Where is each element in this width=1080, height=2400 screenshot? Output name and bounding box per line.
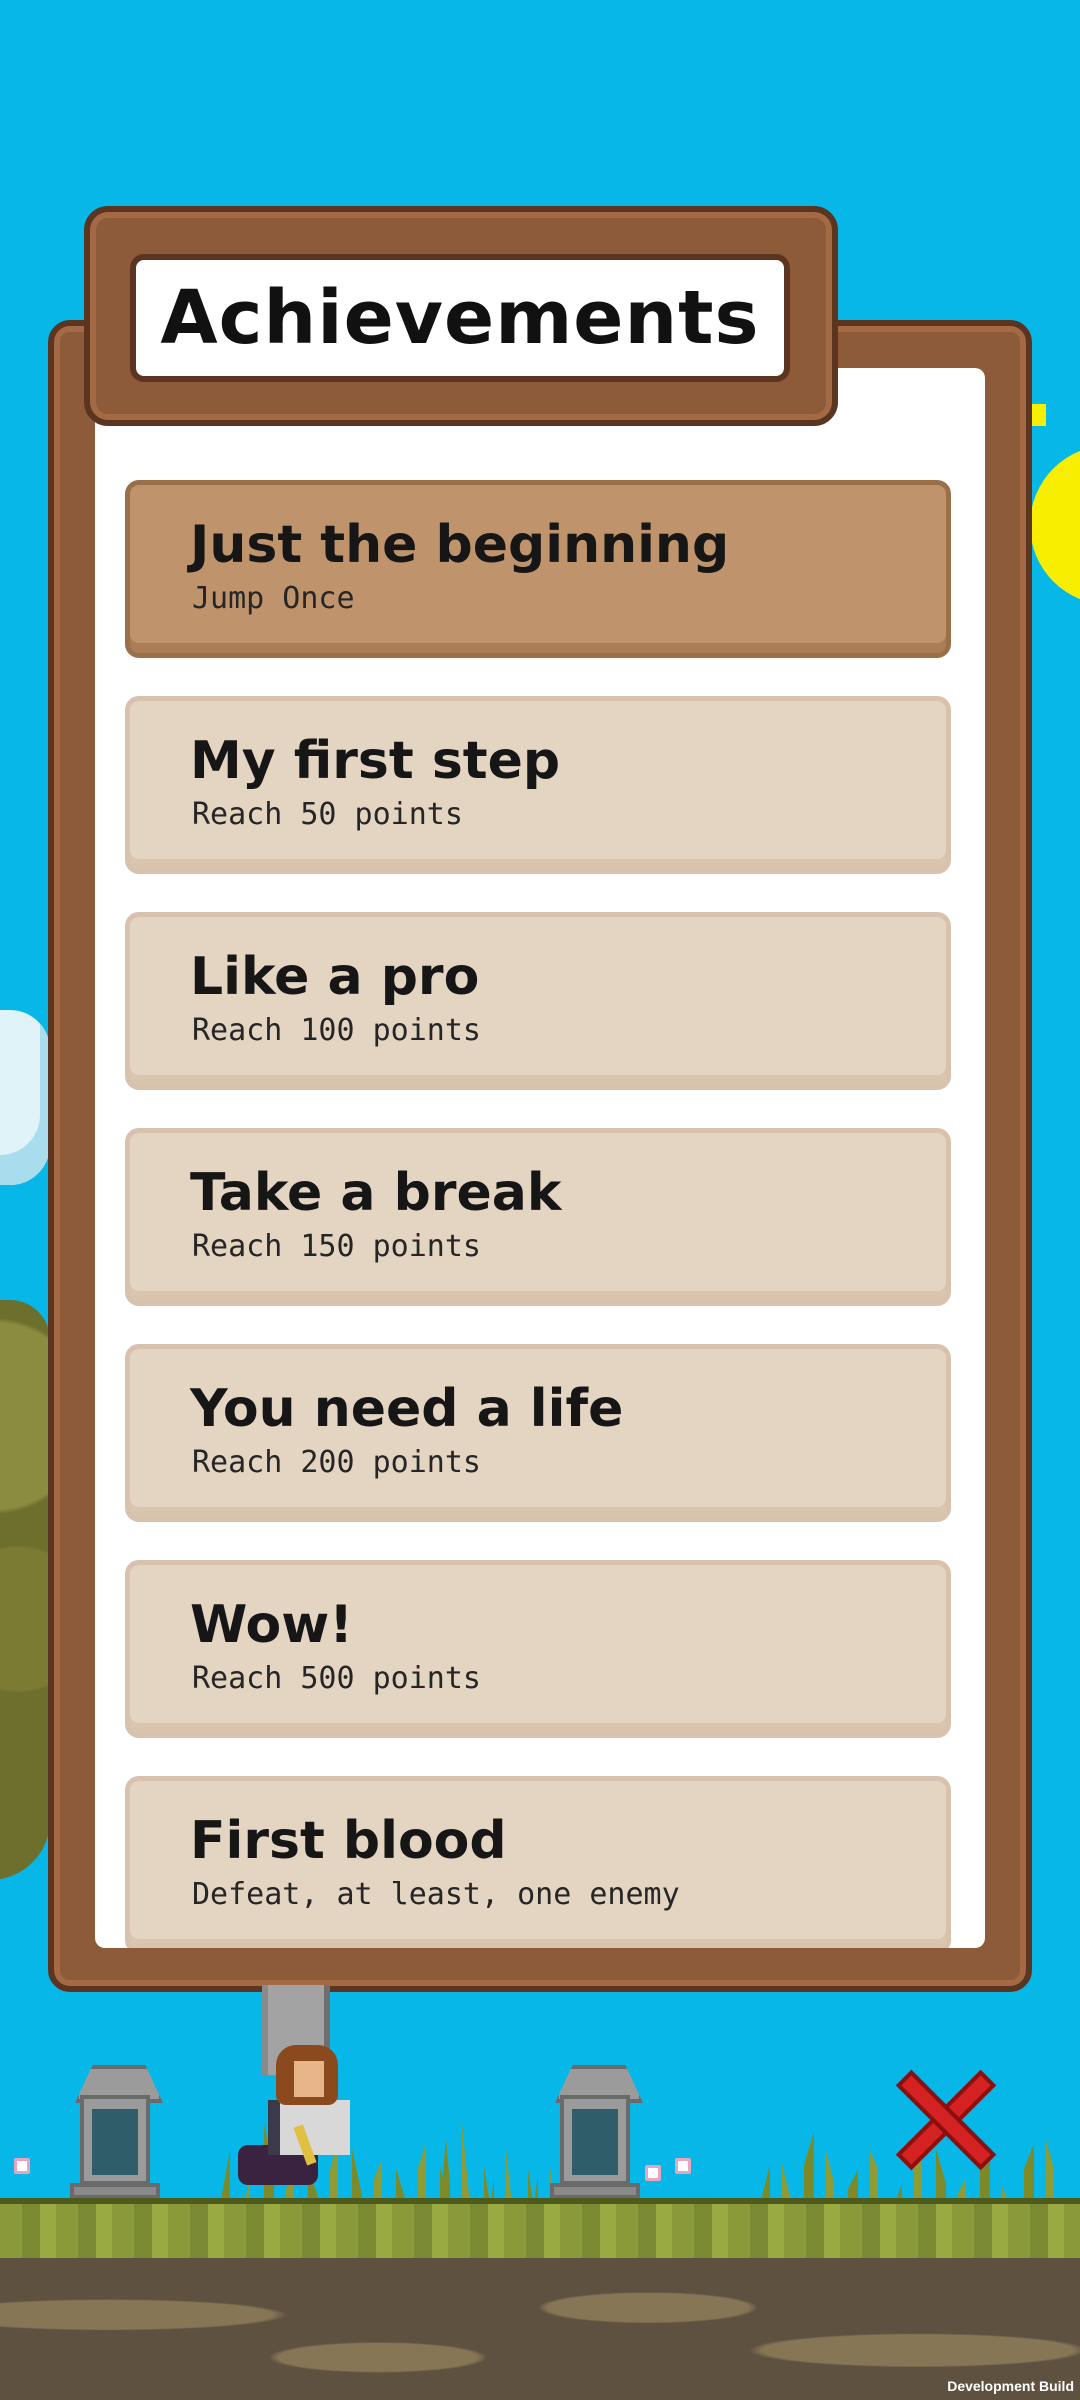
build-label: Development Build [947, 2378, 1074, 2394]
title-box: Achievements [130, 254, 790, 382]
stone-lantern [70, 2065, 163, 2200]
achievement-title: You need a life [190, 1379, 624, 1439]
achievement-title: Wow! [190, 1595, 353, 1655]
ground-grass [0, 2198, 1080, 2264]
achievement-description: Reach 100 points [192, 1013, 481, 1048]
achievement-description: Jump Once [192, 581, 355, 616]
achievement-item-take-a-break[interactable]: Take a break Reach 150 points [125, 1128, 951, 1306]
ground-dirt [0, 2258, 1080, 2400]
achievement-item-first-blood[interactable]: First blood Defeat, at least, one enemy [125, 1776, 951, 1948]
grass-tuft [440, 2114, 554, 2205]
achievement-description: Defeat, at least, one enemy [192, 1877, 680, 1912]
sun [1030, 445, 1080, 605]
achievement-item-just-the-beginning[interactable]: Just the beginning Jump Once [125, 480, 951, 658]
achievement-title: Just the beginning [190, 515, 730, 575]
achievement-title: Take a break [190, 1163, 562, 1223]
player-character [238, 2045, 358, 2195]
page-title: Achievements [160, 275, 760, 361]
achievement-item-like-a-pro[interactable]: Like a pro Reach 100 points [125, 912, 951, 1090]
achievements-list-viewport[interactable]: Just the beginning Jump Once My first st… [95, 368, 985, 1948]
flower [645, 2165, 661, 2181]
achievement-title: First blood [190, 1811, 507, 1871]
close-x-icon[interactable] [895, 2070, 995, 2170]
achievement-description: Reach 200 points [192, 1445, 481, 1480]
sun-fragment [1032, 404, 1046, 426]
achievement-description: Reach 150 points [192, 1229, 481, 1264]
achievement-title: Like a pro [190, 947, 480, 1007]
achievement-item-you-need-a-life[interactable]: You need a life Reach 200 points [125, 1344, 951, 1522]
achievement-description: Reach 500 points [192, 1661, 481, 1696]
achievement-description: Reach 50 points [192, 797, 463, 832]
cloud [0, 1010, 50, 1185]
stone-lantern [550, 2065, 643, 2200]
achievement-title: My first step [190, 731, 561, 791]
tree-foliage [0, 1300, 50, 1880]
achievement-item-wow[interactable]: Wow! Reach 500 points [125, 1560, 951, 1738]
achievement-item-my-first-step[interactable]: My first step Reach 50 points [125, 696, 951, 874]
flower [675, 2158, 691, 2174]
flower [14, 2158, 30, 2174]
